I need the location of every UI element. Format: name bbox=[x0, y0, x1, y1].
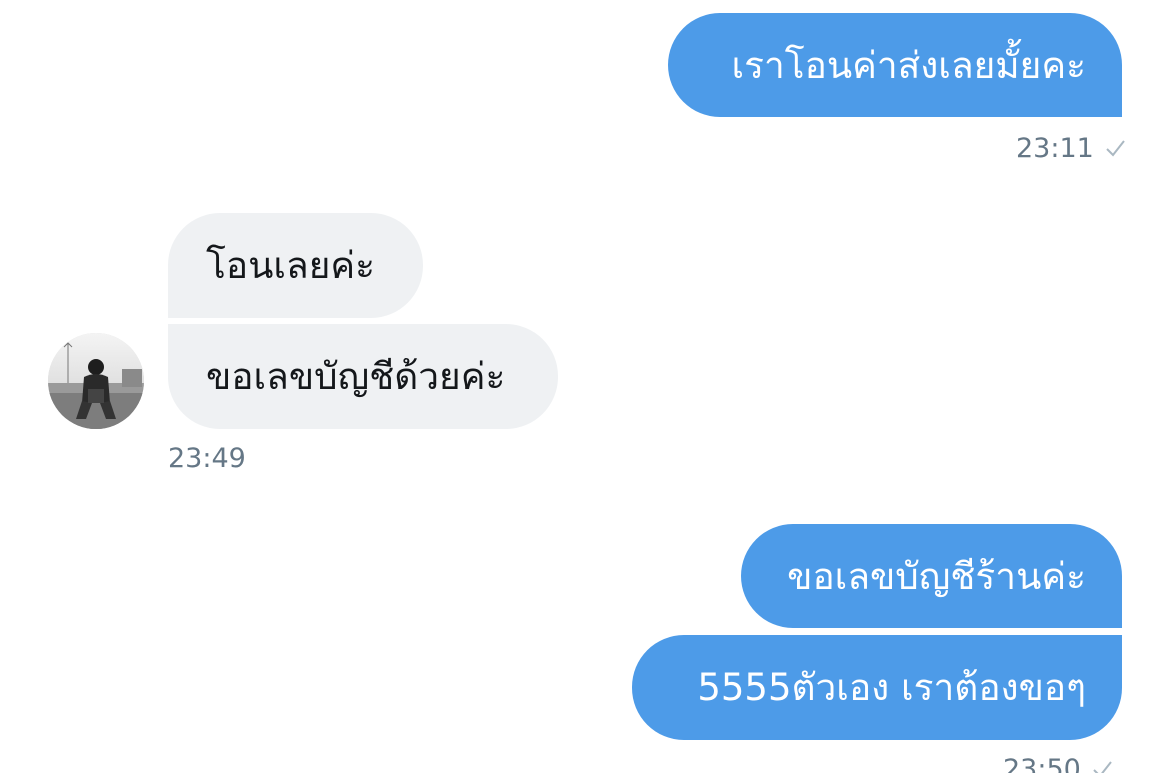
incoming-message-bubble[interactable]: โอนเลยค่ะ bbox=[168, 213, 423, 318]
timestamp-text: 23:11 bbox=[1016, 132, 1094, 164]
checkmark-icon bbox=[1093, 761, 1112, 773]
outgoing-message-bubble[interactable]: 5555ตัวเอง เราต้องขอๆ bbox=[632, 635, 1122, 740]
timestamp-text: 23:50 bbox=[1003, 753, 1081, 773]
checkmark-icon bbox=[1106, 140, 1125, 157]
message-text: ขอเลขบัญชีร้านค่ะ bbox=[787, 554, 1086, 598]
timestamp-text: 23:49 bbox=[168, 442, 246, 474]
message-timestamp: 23:49 bbox=[168, 441, 246, 475]
contact-avatar[interactable] bbox=[48, 333, 144, 429]
outgoing-message-bubble[interactable]: เราโอนค่าส่งเลยมั้ยคะ bbox=[668, 13, 1122, 117]
message-timestamp: 23:50 bbox=[1003, 752, 1113, 773]
incoming-message-bubble[interactable]: ขอเลขบัญชีด้วยค่ะ bbox=[168, 324, 558, 429]
message-text: 5555ตัวเอง เราต้องขอๆ bbox=[697, 666, 1086, 709]
message-thread: เราโอนค่าส่งเลยมั้ยคะ 23:11 โอนเลยค่ะ ขอ… bbox=[0, 0, 1170, 773]
message-timestamp: 23:11 bbox=[1016, 131, 1126, 165]
message-text: ขอเลขบัญชีด้วยค่ะ bbox=[206, 355, 506, 398]
message-text: โอนเลยค่ะ bbox=[206, 244, 376, 287]
avatar-image bbox=[48, 333, 144, 429]
message-text: เราโอนค่าส่งเลยมั้ยคะ bbox=[731, 43, 1086, 87]
outgoing-message-bubble[interactable]: ขอเลขบัญชีร้านค่ะ bbox=[741, 524, 1122, 628]
